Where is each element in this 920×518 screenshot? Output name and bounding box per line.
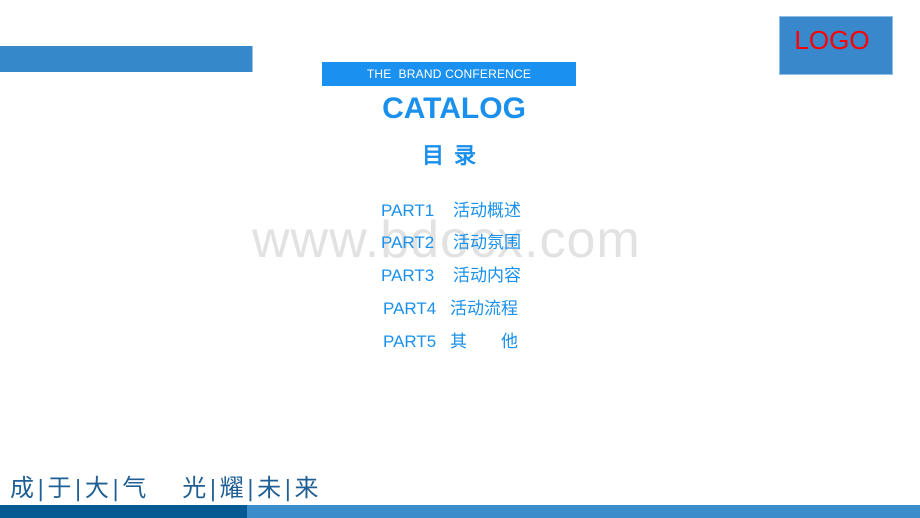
slogan-char: 未 <box>257 474 282 502</box>
logo-text: LOGO <box>794 25 870 55</box>
slogan-char: 来 <box>294 474 319 502</box>
toc-item-part4[interactable]: PART4 活动流程 <box>383 296 518 322</box>
catalog-title: CATALOG <box>382 92 526 125</box>
catalog-title-cn: 目录 <box>421 144 486 169</box>
slogan-char: 于 <box>47 474 72 502</box>
slogan-char: 耀 <box>219 474 244 502</box>
toc-part-label: 活动流程 <box>450 299 518 319</box>
slogan-char: 气 <box>122 474 147 502</box>
bottom-bar-dark <box>0 505 247 518</box>
slogan: 成 | 于 | 大 | 气光 | 耀 | 未 | 来 <box>10 468 319 503</box>
slogan-separator: | <box>246 477 255 502</box>
slogan-char: 大 <box>84 474 109 502</box>
toc-part-label: 其 他 <box>450 332 518 352</box>
top-left-accent-bar <box>0 46 253 72</box>
slogan-separator: | <box>209 477 217 502</box>
toc-item-part2[interactable]: PART2 活动氛围 <box>381 230 521 256</box>
slogan-separator: | <box>74 477 82 502</box>
toc-part-number: PART2 <box>381 233 435 252</box>
toc-part-number: PART4 <box>383 299 437 318</box>
brand-conference-strip: THE BRAND CONFERENCE <box>322 62 576 86</box>
toc-part-number: PART1 <box>381 201 435 220</box>
slogan-char: 光 <box>182 474 207 502</box>
toc-part-label: 活动概述 <box>453 201 521 221</box>
slogan-char: 成 <box>10 474 34 502</box>
toc-item-part1[interactable]: PART1 活动概述 <box>381 198 521 224</box>
toc-item-part3[interactable]: PART3 活动内容 <box>381 263 521 289</box>
toc-part-number: PART3 <box>381 266 435 285</box>
toc-part-label: 活动内容 <box>453 266 521 286</box>
slogan-separator: | <box>284 477 292 502</box>
logo-placeholder: LOGO <box>779 16 893 75</box>
slogan-separator: | <box>111 477 120 502</box>
toc-part-label: 活动氛围 <box>453 233 521 253</box>
toc-item-part5[interactable]: PART5 其 他 <box>383 329 518 355</box>
bottom-bar-light <box>247 505 920 518</box>
slogan-separator: | <box>37 477 45 502</box>
toc-part-number: PART5 <box>383 332 437 351</box>
